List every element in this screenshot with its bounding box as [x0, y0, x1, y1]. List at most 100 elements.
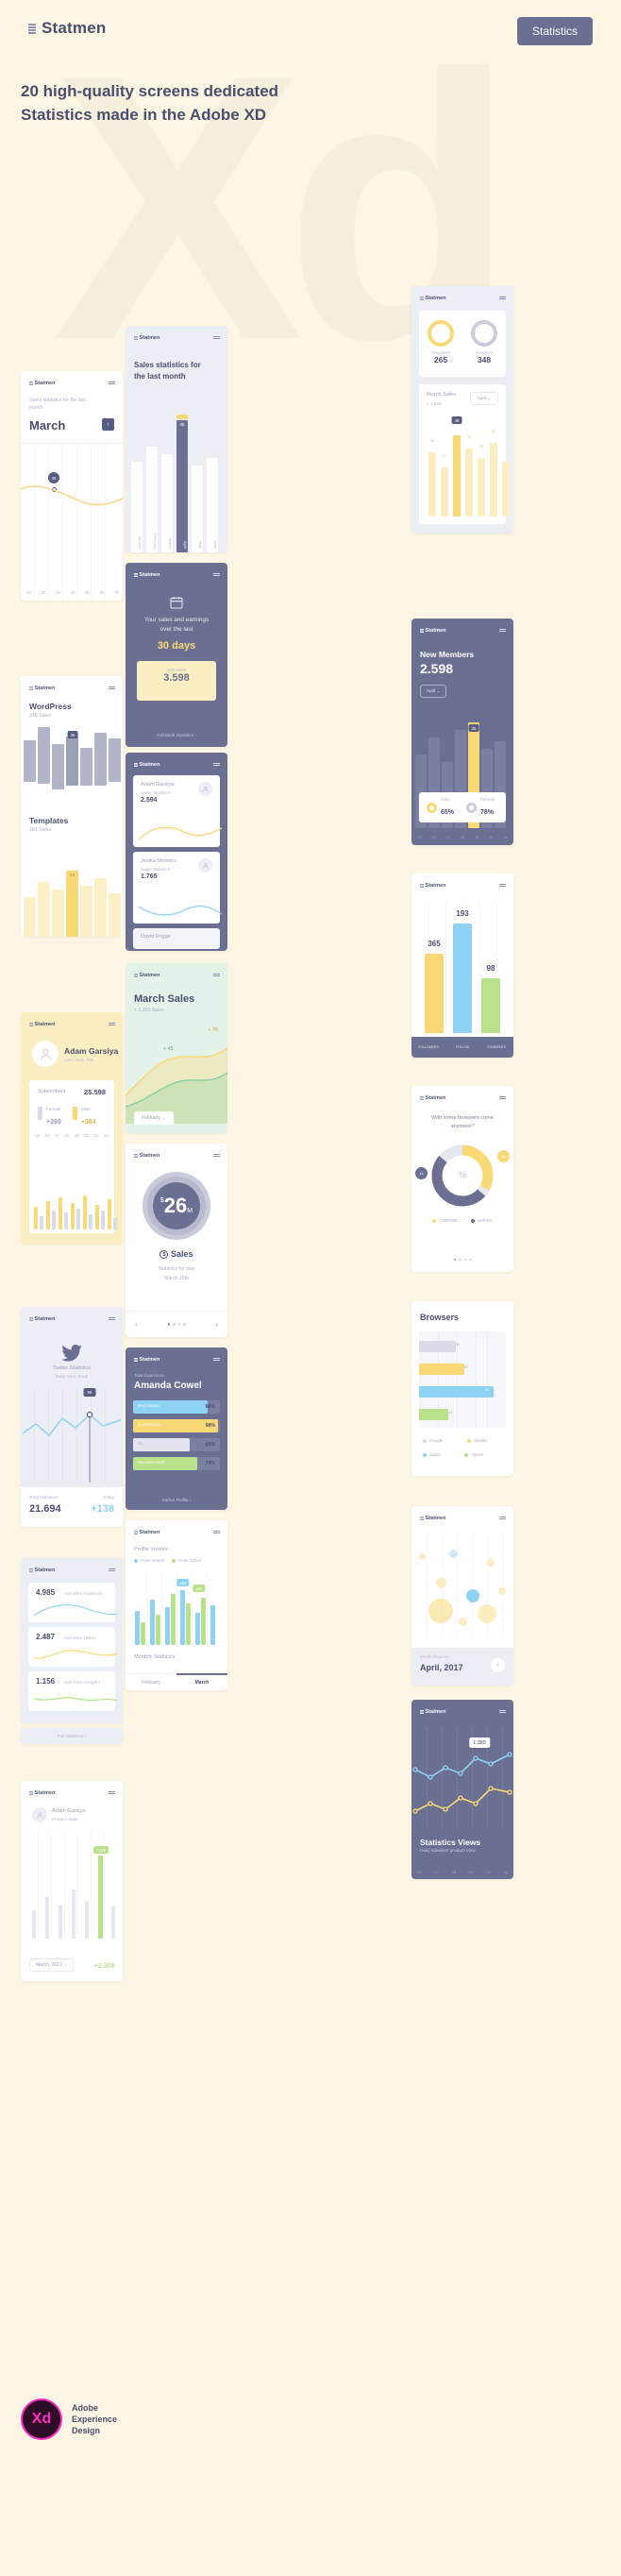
- gauge-unit: M: [187, 1208, 193, 1214]
- card-sales-gauge[interactable]: Statmen $ 26 M $ Sales Statistics for sa…: [126, 1144, 227, 1337]
- prev-button[interactable]: ‹: [135, 1320, 138, 1329]
- menu-icon[interactable]: [213, 336, 220, 341]
- menu-icon[interactable]: [213, 573, 220, 578]
- tab-february[interactable]: February: [126, 1673, 176, 1690]
- card-wordpress-templates[interactable]: Statmen WordPress 248 Sales 35 Templates…: [21, 676, 123, 937]
- menu-icon[interactable]: [213, 1531, 220, 1535]
- person-item[interactable]: David Frigge: [133, 928, 220, 949]
- earnings-big: 30 days: [157, 640, 196, 652]
- menu-icon[interactable]: [109, 381, 115, 386]
- menu-icon[interactable]: [213, 974, 220, 978]
- visit-row[interactable]: 1.156 Vizit from Google+: [28, 1671, 118, 1711]
- author-profile-link[interactable]: Author Profile ›: [126, 1498, 227, 1502]
- chart-tooltip: 48: [451, 416, 462, 424]
- user-name: Adam Garsiya: [64, 1046, 119, 1056]
- eyebrow: Total Experience: [134, 1373, 165, 1378]
- pager-dots[interactable]: [411, 1258, 513, 1261]
- tab-march[interactable]: March: [176, 1673, 227, 1690]
- month-select[interactable]: March, 2017 ⌄: [29, 1958, 75, 1972]
- card-bubbles[interactable]: Statmen Month Projects April, 2017 ›: [411, 1506, 513, 1686]
- panel-label: Subscribers: [38, 1089, 66, 1094]
- menu-icon[interactable]: [499, 1096, 506, 1101]
- menu-icon[interactable]: [499, 1517, 506, 1521]
- menu-icon[interactable]: [109, 1023, 115, 1027]
- next-button[interactable]: ›: [102, 418, 114, 431]
- chart-tooltip-2: 28: [70, 873, 75, 877]
- x-label: February: [153, 533, 158, 549]
- gauge-sub1: Statistics for sale: [158, 1266, 195, 1272]
- chart-tooltip: 281: [193, 1585, 206, 1592]
- x-label: January: [138, 534, 143, 549]
- card-browsers-donut[interactable]: Statmen With some browsers come anymore?…: [411, 1086, 513, 1272]
- skill-value: 74%: [205, 1460, 215, 1466]
- line-path: [21, 485, 123, 506]
- full-statistics-button[interactable]: Full Statistics ›: [21, 1728, 123, 1744]
- skill-label: DREAMWEAVER: [138, 1461, 165, 1465]
- card-amanda[interactable]: Statmen Total Experience Amanda Cowel PH…: [126, 1347, 227, 1510]
- card-brand: Statmen: [134, 762, 159, 768]
- card-earnings[interactable]: Statmen Your sales and earnings over the …: [126, 563, 227, 747]
- x-label: April: [183, 540, 188, 549]
- x-axis: 06 07 08 09 10 11: [417, 1870, 508, 1874]
- person-sub: Sales Statistics: [141, 790, 171, 795]
- followers-label: Total Followers: [29, 1495, 59, 1500]
- card-subscribers[interactable]: Statmen Adam Garsiya USA, New York Subsc…: [21, 1012, 123, 1245]
- card-brand: Statmen: [134, 572, 159, 578]
- person-value: 2.594: [141, 797, 158, 804]
- card-profile-visitors[interactable]: Statmen Profile Visitors From Search Fro…: [126, 1520, 227, 1690]
- menu-icon[interactable]: [499, 884, 506, 889]
- person-item[interactable]: Adam Garsiya Sales Statistics 2.594: [133, 775, 223, 847]
- card-adam-bars[interactable]: Statmen Adam Garsiya Product Sales +128 …: [21, 1781, 123, 1981]
- visit-row[interactable]: 4.985 Vizit from Facebook: [28, 1583, 118, 1622]
- month-select[interactable]: April ⌄: [469, 392, 498, 405]
- card-people[interactable]: Statmen Adam Garsiya Sales Statistics 2.…: [126, 753, 227, 951]
- menu-icon[interactable]: [499, 297, 506, 301]
- card-brand: Statmen: [29, 1022, 55, 1027]
- delta-value: +2.369: [93, 1963, 114, 1970]
- menu-icon[interactable]: [499, 1710, 506, 1715]
- card-browsers-bars[interactable]: Browsers 58 57 84 41 Google Mozilla Safa…: [411, 1301, 513, 1476]
- menu-icon[interactable]: [109, 1317, 115, 1322]
- person-name: Adam Garsiya: [141, 782, 175, 788]
- calendar-icon: [126, 595, 227, 615]
- next-button[interactable]: ›: [491, 1658, 505, 1672]
- donut-icon: [466, 802, 477, 813]
- month-select[interactable]: February ⌄: [134, 1111, 174, 1125]
- card-march-sales-line[interactable]: Statmen Sales statistics for the last mo…: [21, 371, 123, 601]
- menu-icon[interactable]: [109, 1568, 115, 1573]
- person-item[interactable]: Jesika Montero Sales Statistics 1.765: [133, 852, 223, 924]
- menu-icon[interactable]: [499, 629, 506, 634]
- card-sales-statistics-mid[interactable]: Statmen Sales statistics for the last mo…: [126, 326, 227, 552]
- bar-chart: [34, 1143, 117, 1229]
- menu-icon[interactable]: [109, 1791, 115, 1796]
- bar-value: 27: [443, 454, 446, 458]
- x-label: June: [213, 540, 218, 549]
- gauge-sub2: March 25th: [164, 1276, 189, 1281]
- month-select[interactable]: April ⌄: [420, 685, 447, 698]
- card-twitter[interactable]: Statmen Twitter Statistics Daily, Mon, E…: [21, 1307, 123, 1527]
- card-visits[interactable]: Statmen 4.985 Vizit from Facebook 2.487 …: [21, 1558, 123, 1723]
- donut-icon: [428, 320, 454, 347]
- line-chart: 1.389: [411, 1726, 513, 1830]
- legend-row-2: Safari Opera: [423, 1452, 483, 1457]
- next-button[interactable]: ›: [215, 1320, 218, 1329]
- card-statistics-views[interactable]: Statmen 1.389 Statistics Views Daily sta…: [411, 1700, 513, 1879]
- menu-icon[interactable]: [213, 763, 220, 768]
- visit-label: Vizit from Google+: [64, 1680, 100, 1685]
- menu-icon[interactable]: [109, 686, 115, 691]
- avatar: [32, 1041, 59, 1067]
- card-three-bars[interactable]: Statmen 365 193 98 FOLLOWERS FOLLOW COMM…: [411, 873, 513, 1058]
- gender-panel: Male 65% Female 78%: [419, 792, 506, 822]
- menu-icon[interactable]: [213, 1358, 220, 1363]
- menu-icon[interactable]: [213, 1154, 220, 1159]
- visit-row[interactable]: 2.487 Vizit from Twitter: [28, 1627, 118, 1667]
- month-tabs[interactable]: February March: [126, 1673, 227, 1690]
- card-new-members[interactable]: Statmen New Members 2.598 April ⌄ 35 Mal…: [411, 619, 513, 845]
- card-donuts-march[interactable]: Statmen Templates 265 Graphics 348 March…: [411, 286, 513, 534]
- full-bank-statistics-link[interactable]: Full Bank Statistics ›: [126, 733, 227, 737]
- avatar: [32, 1807, 47, 1822]
- card-march-sales-area[interactable]: Statmen March Sales + 1.259 Sales + 76 +…: [126, 963, 227, 1133]
- pager-dots[interactable]: [167, 1323, 186, 1326]
- adobe-name: Adobe Experience Design: [72, 2402, 118, 2436]
- statistics-button[interactable]: Statistics: [516, 17, 593, 45]
